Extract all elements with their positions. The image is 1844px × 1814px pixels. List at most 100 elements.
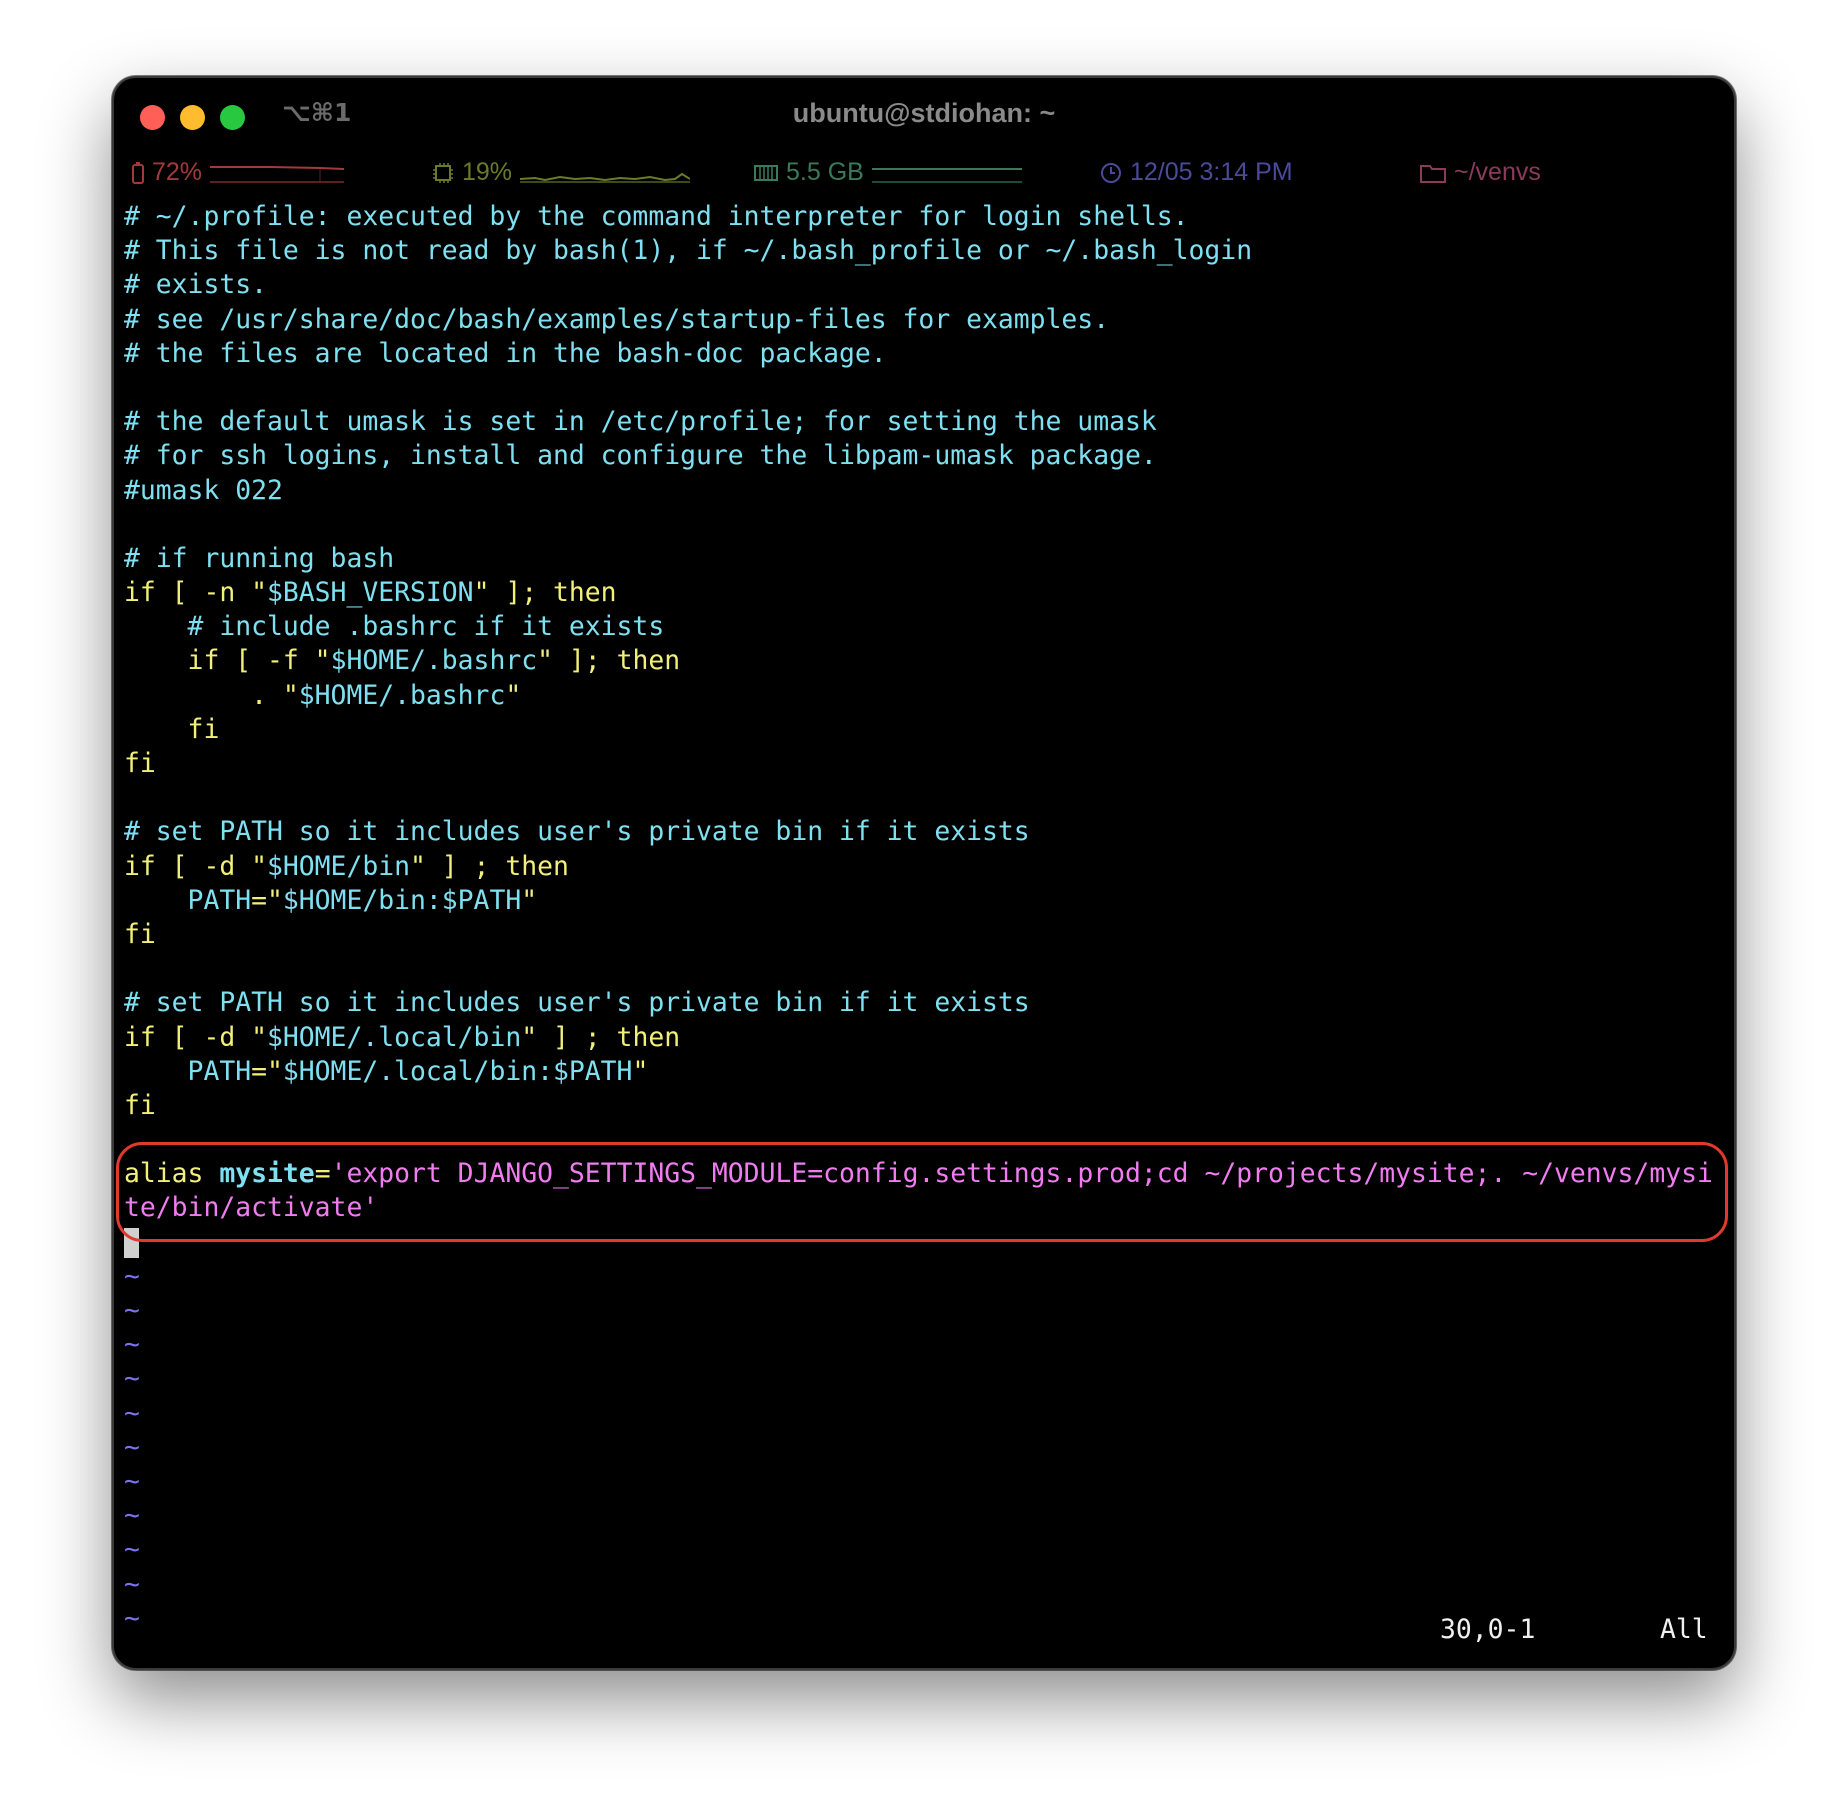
shell-variable: $HOME/.bashrc <box>298 679 506 711</box>
shell-variable: $HOME/.local/bin <box>267 1021 522 1053</box>
shell-keyword: " ]; then <box>473 577 617 609</box>
shell-variable: $HOME/bin:$PATH <box>282 884 522 916</box>
shell-keyword: =" <box>251 884 283 916</box>
buffer-line[interactable]: # set PATH so it includes user's private… <box>124 815 1724 849</box>
buffer-line[interactable]: fi <box>124 1089 1724 1123</box>
alias-line[interactable]: alias mysite='export DJANGO_SETTINGS_MOD… <box>124 1157 1724 1191</box>
buffer-line[interactable] <box>124 952 1724 986</box>
empty-buffer-tilde: ~ <box>124 1534 140 1566</box>
buffer-line[interactable]: PATH="$HOME/.local/bin:$PATH" <box>124 1055 1724 1089</box>
comment-text: # exists. <box>124 269 267 301</box>
shell-keyword: if [ -n " <box>124 577 267 609</box>
empty-buffer-tilde: ~ <box>124 1397 140 1429</box>
alias-equals: = <box>314 1158 331 1190</box>
cpu-percent: 19% <box>462 158 513 186</box>
comment-text: # set PATH so it includes user's private… <box>124 816 1030 848</box>
buffer-line[interactable]: PATH="$HOME/bin:$PATH" <box>124 884 1724 918</box>
window-title: ubuntu@stdiohan: ~ <box>792 98 1056 128</box>
shell-keyword: " ] ; then <box>410 850 569 882</box>
empty-buffer-tilde: ~ <box>124 1260 140 1292</box>
clock-icon <box>1100 162 1122 184</box>
folder-icon <box>1420 163 1446 183</box>
clock-status: 12/05 3:14 PM <box>1100 158 1293 187</box>
comment-text: #umask 022 <box>124 474 283 506</box>
shell-variable: $BASH_VERSION <box>267 577 474 609</box>
buffer-line[interactable]: # set PATH so it includes user's private… <box>124 986 1724 1020</box>
empty-buffer-tilde: ~ <box>124 1568 140 1600</box>
empty-buffer-tilde: ~ <box>124 1295 140 1326</box>
battery-percent: 72% <box>152 158 203 186</box>
shell-variable: $HOME/.local/bin:$PATH <box>282 1055 633 1087</box>
buffer-line[interactable] <box>124 1123 1724 1157</box>
buffer-line[interactable]: if [ -n "$BASH_VERSION" ]; then <box>124 576 1724 610</box>
buffer-line[interactable]: # This file is not read by bash(1), if ~… <box>124 234 1724 268</box>
comment-text: # the files are located in the bash-doc … <box>124 337 887 369</box>
alias-keyword: alias <box>124 1158 220 1190</box>
empty-buffer-tilde: ~ <box>124 1431 140 1463</box>
buffer-line[interactable]: if [ -f "$HOME/.bashrc" ]; then <box>124 644 1724 678</box>
alias-value-continued: te/bin/activate' <box>124 1192 379 1224</box>
shell-keyword: if [ -d " <box>124 850 267 882</box>
terminal-window[interactable]: ⌥⌘1 ubuntu@stdiohan: ~ 72% 19% 5.5 GB 12… <box>112 76 1736 1670</box>
buffer-line[interactable]: # the files are located in the bash-doc … <box>124 337 1724 371</box>
comment-text: # ~/.profile: executed by the command in… <box>124 201 1189 232</box>
cursor-line[interactable] <box>124 1226 1724 1260</box>
buffer-line[interactable]: . "$HOME/.bashrc" <box>124 679 1724 713</box>
shell-keyword: " ] ; then <box>521 1021 681 1053</box>
buffer-line[interactable]: if [ -d "$HOME/bin" ] ; then <box>124 850 1724 884</box>
empty-buffer-tilde: ~ <box>124 1500 140 1532</box>
shell-keyword: if [ -f " <box>124 645 331 677</box>
text-cursor <box>124 1228 139 1259</box>
buffer-line[interactable]: fi <box>124 918 1724 952</box>
shell-keyword: fi <box>124 1089 156 1121</box>
empty-buffer-tilde: ~ <box>124 1363 140 1395</box>
buffer-line[interactable]: # exists. <box>124 268 1724 302</box>
cpu-icon <box>432 162 454 184</box>
buffer-line[interactable]: # include .bashrc if it exists <box>124 610 1724 644</box>
comment-text: # if running bash <box>124 542 395 574</box>
buffer-line[interactable]: fi <box>124 747 1724 781</box>
vim-buffer[interactable]: # ~/.profile: executed by the command in… <box>124 200 1724 1636</box>
status-bar: 72% 19% 5.5 GB 12/05 3:14 PM ~/venvs <box>114 154 1734 200</box>
buffer-line[interactable]: #umask 022 <box>124 474 1724 508</box>
shell-keyword: . " <box>124 679 299 711</box>
memory-graph <box>871 163 1022 183</box>
buffer-line[interactable]: # if running bash <box>124 542 1724 576</box>
alias-line-wrapped[interactable]: te/bin/activate' <box>124 1191 1724 1225</box>
comment-text: # see /usr/share/doc/bash/examples/start… <box>124 303 1110 335</box>
buffer-line[interactable]: # ~/.profile: executed by the command in… <box>124 200 1724 234</box>
empty-buffer-tilde: ~ <box>124 1465 140 1497</box>
alias-value: 'export DJANGO_SETTINGS_MODULE=config.se… <box>330 1158 1713 1190</box>
shell-keyword: " <box>505 679 522 711</box>
cpu-graph <box>520 163 691 183</box>
shell-keyword: if [ -d " <box>124 1021 267 1053</box>
shell-keyword: " <box>521 884 538 916</box>
directory-status: ~/venvs <box>1420 158 1541 187</box>
shell-variable: $HOME/bin <box>267 850 410 882</box>
title-bar[interactable]: ⌥⌘1 ubuntu@stdiohan: ~ <box>114 78 1734 156</box>
buffer-line[interactable]: fi <box>124 713 1724 747</box>
shell-keyword: " ]; then <box>537 645 681 677</box>
memory-icon <box>754 163 778 183</box>
shell-keyword: fi <box>124 748 156 779</box>
directory-value: ~/venvs <box>1454 158 1541 186</box>
battery-status: 72% <box>132 158 345 187</box>
clock-value: 12/05 3:14 PM <box>1130 158 1293 186</box>
battery-graph <box>210 163 345 183</box>
buffer-line[interactable]: if [ -d "$HOME/.local/bin" ] ; then <box>124 1021 1724 1055</box>
shell-keyword: fi <box>124 713 220 745</box>
buffer-line[interactable] <box>124 371 1724 405</box>
alias-name: mysite <box>219 1158 315 1190</box>
comment-text: # the default umask is set in /etc/profi… <box>124 406 1157 438</box>
memory-value: 5.5 GB <box>786 158 864 186</box>
buffer-line[interactable]: # the default umask is set in /etc/profi… <box>124 405 1724 439</box>
buffer-line[interactable] <box>124 508 1724 542</box>
buffer-line[interactable]: # see /usr/share/doc/bash/examples/start… <box>124 303 1724 337</box>
shell-variable: $HOME/.bashrc <box>330 645 538 677</box>
shell-variable: PATH <box>124 1055 252 1087</box>
buffer-line[interactable] <box>124 781 1724 815</box>
comment-text: # set PATH so it includes user's private… <box>124 987 1030 1019</box>
shell-keyword: " <box>632 1055 649 1087</box>
shell-keyword: fi <box>124 918 156 950</box>
buffer-line[interactable]: # for ssh logins, install and configure … <box>124 439 1724 473</box>
